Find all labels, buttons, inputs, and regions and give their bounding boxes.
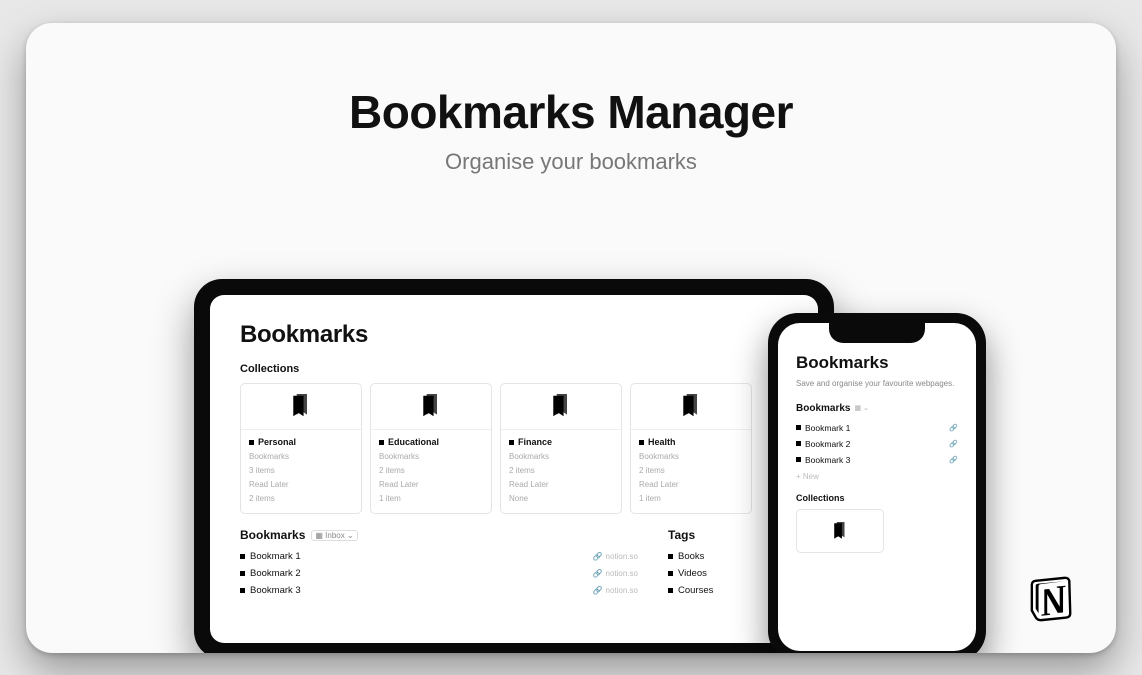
phone-bookmarks-heading: Bookmarks▦ ⌄ (796, 403, 958, 414)
link-icon: 🔗 (949, 424, 958, 432)
collection-meta: Bookmarks (379, 451, 483, 463)
collections-label: Collections (240, 363, 788, 375)
bookmark-icon (371, 384, 491, 430)
collection-card[interactable]: Health Bookmarks 2 items Read Later 1 it… (630, 383, 752, 515)
collection-card[interactable]: Finance Bookmarks 2 items Read Later Non… (500, 383, 622, 515)
collection-name: Educational (388, 436, 439, 450)
collections-row: Personal Bookmarks 3 items Read Later 2 … (240, 383, 788, 515)
bullet-icon (796, 441, 801, 446)
collection-meta: Read Later (639, 479, 743, 491)
bookmark-row[interactable]: Bookmark 2 🔗notion.so (240, 565, 638, 582)
view-selector[interactable]: ▦ Inbox ⌄ (311, 530, 357, 541)
bookmark-row[interactable]: Bookmark 1 🔗 (796, 420, 958, 436)
collection-meta: Read Later (509, 479, 613, 491)
collection-card[interactable]: Personal Bookmarks 3 items Read Later 2 … (240, 383, 362, 515)
link-icon: 🔗 (593, 552, 603, 561)
bookmark-row[interactable]: Bookmark 2 🔗 (796, 436, 958, 452)
phone-device: Bookmarks Save and organise your favouri… (768, 313, 986, 653)
link-icon: 🔗 (949, 440, 958, 448)
bookmark-title: Bookmark 3 (805, 455, 850, 465)
bullet-icon (668, 588, 673, 593)
tag-title: Books (678, 551, 704, 562)
promo-card: Bookmarks Manager Organise your bookmark… (26, 23, 1116, 653)
bullet-icon (668, 554, 673, 559)
collection-meta: Bookmarks (249, 451, 353, 463)
collection-meta: Bookmarks (639, 451, 743, 463)
bookmark-row[interactable]: Bookmark 1 🔗notion.so (240, 548, 638, 565)
collection-meta: Read Later (249, 479, 353, 491)
bookmark-row[interactable]: Bookmark 3 🔗notion.so (240, 582, 638, 599)
collection-card[interactable] (796, 509, 884, 553)
bookmark-icon (631, 384, 751, 430)
tablet-device: Bookmarks Collections Personal Bookmarks… (194, 279, 834, 653)
collection-meta: Read Later (379, 479, 483, 491)
collection-name: Health (648, 436, 676, 450)
collection-name: Personal (258, 436, 296, 450)
phone-page-description: Save and organise your favourite webpage… (796, 378, 958, 389)
phone-page-title: Bookmarks (796, 353, 958, 373)
phone-notch (829, 323, 925, 343)
bullet-icon (509, 440, 514, 445)
bookmark-icon (241, 384, 361, 430)
collection-meta: 1 item (379, 493, 483, 505)
bookmarks-label: Bookmarks (240, 528, 305, 542)
tag-title: Courses (678, 585, 713, 596)
bullet-icon (249, 440, 254, 445)
bookmark-source: notion.so (606, 569, 638, 578)
bookmark-source: notion.so (606, 552, 638, 561)
bullet-icon (639, 440, 644, 445)
bookmarks-heading: Bookmarks ▦ Inbox ⌄ (240, 528, 638, 542)
bookmark-source: notion.so (606, 586, 638, 595)
bookmark-icon (501, 384, 621, 430)
tablet-screen: Bookmarks Collections Personal Bookmarks… (210, 295, 818, 643)
hero-subtitle: Organise your bookmarks (26, 149, 1116, 175)
tag-title: Videos (678, 568, 707, 579)
view-selector[interactable]: ▦ ⌄ (854, 404, 868, 412)
bookmark-title: Bookmark 2 (805, 439, 850, 449)
notion-logo-icon (1028, 575, 1076, 623)
collection-meta: 1 item (639, 493, 743, 505)
phone-collections-label: Collections (796, 493, 958, 503)
bookmark-title: Bookmark 1 (250, 551, 301, 562)
bullet-icon (796, 425, 801, 430)
bookmark-row[interactable]: Bookmark 3 🔗 (796, 452, 958, 468)
bullet-icon (240, 571, 245, 576)
collection-meta: 3 items (249, 465, 353, 477)
bullet-icon (379, 440, 384, 445)
collection-meta: 2 items (639, 465, 743, 477)
collection-meta: 2 items (509, 465, 613, 477)
collection-card[interactable]: Educational Bookmarks 2 items Read Later… (370, 383, 492, 515)
link-icon: 🔗 (949, 456, 958, 464)
new-bookmark-button[interactable]: + New (796, 472, 958, 481)
collection-meta: 2 items (379, 465, 483, 477)
tablet-page-title: Bookmarks (240, 321, 788, 349)
bookmark-title: Bookmark 1 (805, 423, 850, 433)
bullet-icon (240, 554, 245, 559)
link-icon: 🔗 (593, 586, 603, 595)
phone-screen: Bookmarks Save and organise your favouri… (778, 323, 976, 651)
bullet-icon (240, 588, 245, 593)
bookmark-title: Bookmark 2 (250, 568, 301, 579)
collection-meta: 2 items (249, 493, 353, 505)
bookmark-title: Bookmark 3 (250, 585, 301, 596)
bookmark-icon (832, 522, 848, 540)
hero-title: Bookmarks Manager (26, 23, 1116, 139)
bullet-icon (796, 457, 801, 462)
link-icon: 🔗 (593, 569, 603, 578)
collection-meta: Bookmarks (509, 451, 613, 463)
bullet-icon (668, 571, 673, 576)
collection-meta: None (509, 493, 613, 505)
collection-name: Finance (518, 436, 552, 450)
